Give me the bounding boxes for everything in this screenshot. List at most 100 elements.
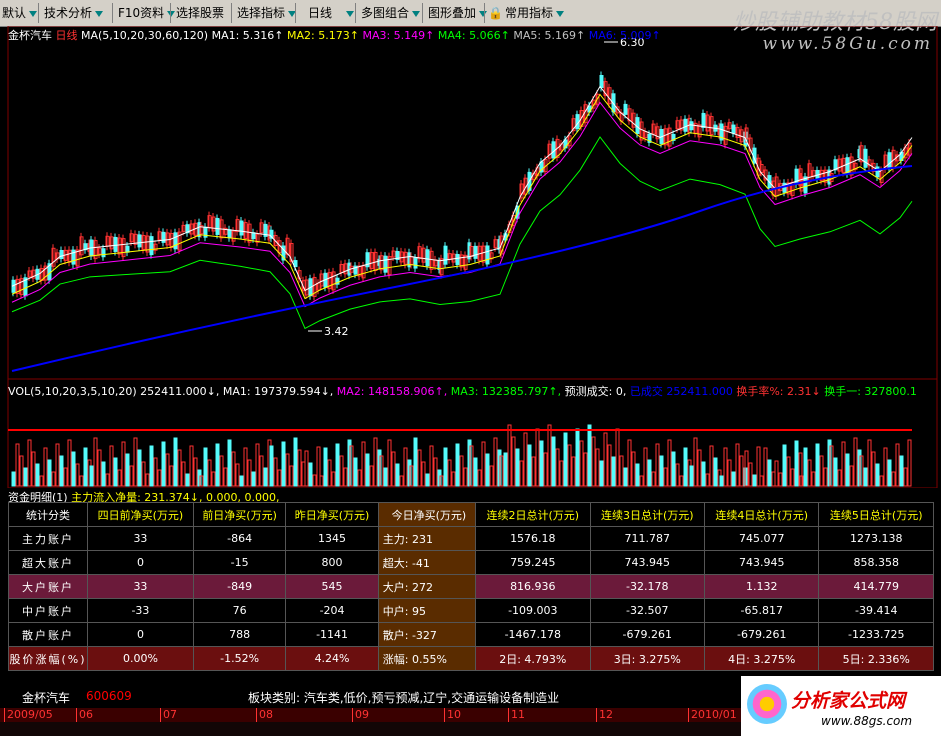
header-cell: 连续4日总计(万元) [703, 502, 820, 527]
volume-bar [101, 461, 106, 487]
table-cell: 414.779 [818, 574, 934, 599]
volume-bar [11, 471, 16, 487]
volume-bar [559, 460, 564, 487]
volume-bar [451, 471, 456, 487]
table-cell: -1233.725 [818, 622, 934, 647]
table-cell: -32.178 [589, 574, 706, 599]
timeline-label: 2010/01 [688, 708, 737, 722]
volume-bar [679, 475, 684, 487]
volume-bar [79, 475, 84, 487]
volume-bar [635, 463, 640, 487]
volume-bar [137, 449, 142, 487]
toolbar-common-indicator[interactable]: 常用指标 [505, 3, 565, 23]
volume-bar [285, 453, 290, 487]
volume-bar [531, 456, 536, 487]
table-cell: 545 [285, 574, 379, 599]
volume-bar [735, 443, 740, 487]
volume-bar [255, 443, 260, 487]
volume-bar [511, 436, 516, 487]
volume-bar [55, 443, 60, 487]
table-cell: 1345 [285, 526, 379, 551]
volume-bar [177, 449, 182, 487]
volume-bar [308, 462, 313, 487]
volume-bar [705, 473, 710, 487]
volume-bar [567, 444, 572, 487]
volume-bar [97, 449, 102, 487]
toolbar-select-indicator[interactable]: 选择指标 [237, 3, 297, 23]
timeline-label: 12 [596, 708, 613, 722]
volume-bar [867, 439, 872, 487]
toolbar-tech-analysis[interactable]: 技术分析 [44, 3, 104, 23]
table-cell: 1273.138 [818, 526, 934, 551]
table-cell: 0 [87, 550, 194, 575]
volume-bar [767, 459, 772, 487]
candlestick-chart[interactable]: 6.303.42 [0, 26, 941, 488]
table-row: 主力账户 33 -864 1345 主力: 231 1576.18 711.787 745.0… [8, 526, 934, 551]
volume-bar [778, 472, 783, 487]
volume-bar [823, 467, 828, 487]
volume-bar [181, 461, 186, 487]
volume-bar [841, 441, 846, 487]
volume-bar [803, 447, 808, 487]
table-cell: -65.817 [703, 598, 820, 623]
volume-bar [697, 449, 702, 487]
volume-bar [515, 448, 520, 487]
volume-bar [399, 475, 404, 487]
table-cell: 858.358 [818, 550, 934, 575]
header-cell: 连续3日总计(万元) [589, 502, 706, 527]
volume-bar [211, 471, 216, 487]
volume-bar [643, 447, 648, 487]
volume-bar [19, 455, 24, 487]
header-cell: 四日前净买(万元) [87, 502, 194, 527]
volume-bar [647, 459, 652, 487]
volume-bar [477, 469, 482, 487]
volume-bar [93, 437, 98, 487]
table-row: 散户账户 0 788 -1141 散户: -327 -1467.178 -679.261 -6… [8, 622, 934, 647]
volume-bar [425, 473, 430, 487]
toolbar-default[interactable]: 默认 [2, 3, 38, 23]
volume-bar [327, 459, 332, 487]
candle [599, 75, 604, 88]
toolbar-f10[interactable]: F10资料 [118, 3, 176, 23]
volume-bar [651, 471, 656, 487]
volume-bar [403, 447, 408, 487]
table-cell: -204 [285, 598, 379, 623]
volume-bar [853, 437, 858, 487]
volume-bar [811, 471, 816, 487]
toolbar-select-stock[interactable]: 选择股票 [176, 3, 224, 23]
candle [59, 250, 64, 259]
volume-bar [807, 459, 812, 487]
lock-icon[interactable]: 🔒 [488, 3, 503, 23]
toolbar-overlay[interactable]: 图形叠加 [428, 3, 488, 23]
toolbar-daily[interactable]: 日线 [308, 3, 355, 23]
volume-bar [357, 469, 362, 487]
volume-bar [117, 469, 122, 487]
volume-bar [227, 439, 232, 487]
volume-bar [319, 475, 324, 487]
candle [689, 121, 694, 131]
volume-bar [63, 467, 68, 487]
volume-bar [507, 424, 512, 487]
volume-bar [304, 450, 309, 487]
row-label: 主力账户 [8, 526, 88, 551]
volume-bar [231, 451, 236, 487]
volume-bar [169, 465, 174, 487]
volume-bar [23, 467, 28, 487]
volume-bar [739, 455, 744, 487]
timeline-label: 09 [352, 708, 369, 722]
volume-bar [219, 455, 224, 487]
fund-flow-table: 统计分类 四日前净买(万元) 前日净买(万元) 昨日净买(万元) 今日净买(万元… [8, 502, 934, 671]
volume-bar [693, 437, 698, 487]
volume-bar [891, 471, 896, 487]
volume-bar [215, 443, 220, 487]
volume-bar [519, 460, 524, 487]
table-cell: 3日: 3.275% [589, 646, 706, 671]
volume-bar [243, 447, 248, 487]
table-cell: 759.245 [475, 550, 591, 575]
volume-bar [323, 447, 328, 487]
volume-bar [413, 437, 418, 487]
toolbar-multi-chart[interactable]: 多图组合 [361, 3, 421, 23]
volume-bar [463, 467, 468, 487]
volume-bar [269, 445, 274, 487]
volume-bar [361, 441, 366, 487]
